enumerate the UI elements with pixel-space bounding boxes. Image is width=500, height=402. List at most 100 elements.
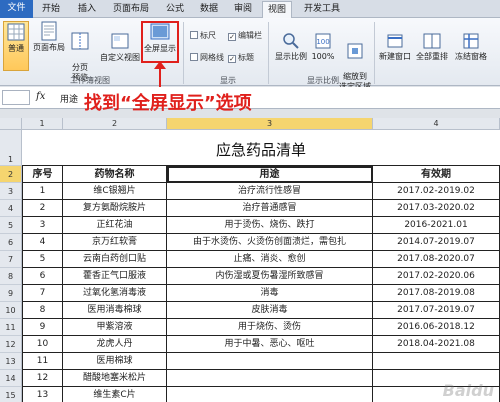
table-cell[interactable]: 藿香正气口服液 xyxy=(63,268,167,285)
table-cell[interactable]: 医用消毒棉球 xyxy=(63,302,167,319)
zoom-to-selection-button[interactable]: 缩放到 选定区域 xyxy=(337,32,373,91)
headings-checkbox[interactable]: ✓ 标题 xyxy=(228,52,254,63)
row-header[interactable]: 2 xyxy=(0,166,22,183)
column-header[interactable]: 4 xyxy=(373,118,500,130)
table-cell[interactable]: 消毒 xyxy=(167,285,373,302)
table-cell[interactable]: 治疗普通感冒 xyxy=(167,200,373,217)
fx-icon[interactable]: fx xyxy=(36,91,45,102)
row-header[interactable]: 5 xyxy=(0,217,22,234)
table-cell[interactable]: 复方氨酚烷胺片 xyxy=(63,200,167,217)
row-header[interactable]: 6 xyxy=(0,234,22,251)
table-cell[interactable]: 10 xyxy=(22,336,63,353)
table-cell[interactable]: 治疗流行性感冒 xyxy=(167,183,373,200)
table-cell[interactable]: 2017.07-2019.07 xyxy=(373,302,500,319)
table-header-cell[interactable]: 药物名称 xyxy=(63,166,167,183)
row-header[interactable]: 9 xyxy=(0,285,22,302)
table-cell[interactable]: 由于水烫伤、火烫伤创面溃烂，需包扎 xyxy=(167,234,373,251)
gridlines-checkbox[interactable]: 网格线 xyxy=(190,52,224,63)
table-cell[interactable]: 1 xyxy=(22,183,63,200)
table-cell[interactable]: 4 xyxy=(22,234,63,251)
table-cell[interactable]: 2016-2021.01 xyxy=(373,217,500,234)
page-layout-view-button[interactable]: 页面布局 xyxy=(32,21,66,71)
table-cell[interactable] xyxy=(373,353,500,370)
table-cell[interactable]: 11 xyxy=(22,353,63,370)
row-header[interactable]: 15 xyxy=(0,387,22,402)
table-header-cell[interactable]: 序号 xyxy=(22,166,63,183)
row-header[interactable]: 13 xyxy=(0,353,22,370)
table-cell[interactable]: 9 xyxy=(22,319,63,336)
table-cell[interactable]: 皮肤消毒 xyxy=(167,302,373,319)
table-cell[interactable]: 醋酸地塞米松片 xyxy=(63,370,167,387)
table-cell[interactable]: 过氧化氢消毒液 xyxy=(63,285,167,302)
tab-data[interactable]: 数据 xyxy=(194,1,224,18)
page-break-preview-button[interactable]: 分页 预览 xyxy=(68,21,92,82)
row-header[interactable]: 4 xyxy=(0,200,22,217)
table-cell[interactable]: 2017.02-2019.02 xyxy=(373,183,500,200)
table-cell[interactable]: 2017.03-2020.02 xyxy=(373,200,500,217)
freeze-panes-button[interactable]: 冻结窗格 xyxy=(451,32,491,70)
name-box[interactable] xyxy=(2,90,30,105)
table-cell[interactable]: 内伤湿或夏伤暑湿所致感冒 xyxy=(167,268,373,285)
column-header[interactable]: 1 xyxy=(22,118,63,130)
table-cell[interactable]: 云南白药创口贴 xyxy=(63,251,167,268)
table-cell[interactable]: 2 xyxy=(22,200,63,217)
formula-bar-checkbox[interactable]: ✓ 编辑栏 xyxy=(228,30,262,41)
table-cell[interactable]: 龙虎人丹 xyxy=(63,336,167,353)
table-cell[interactable]: 13 xyxy=(22,387,63,402)
tab-review[interactable]: 审阅 xyxy=(228,1,258,18)
table-cell[interactable]: 2014.07-2019.07 xyxy=(373,234,500,251)
column-header[interactable]: 2 xyxy=(63,118,167,130)
table-cell[interactable]: 2017.08-2019.08 xyxy=(373,285,500,302)
table-cell[interactable] xyxy=(167,370,373,387)
table-cell[interactable]: 医用棉球 xyxy=(63,353,167,370)
column-header[interactable]: 3 xyxy=(167,118,373,130)
row-header[interactable]: 14 xyxy=(0,370,22,387)
table-header-cell[interactable]: 有效期 xyxy=(373,166,500,183)
tab-developer[interactable]: 开发工具 xyxy=(298,1,346,18)
row-header[interactable]: 7 xyxy=(0,251,22,268)
new-window-button[interactable]: 新建窗口 xyxy=(377,32,413,70)
table-cell[interactable]: 6 xyxy=(22,268,63,285)
table-cell[interactable]: 维C银翘片 xyxy=(63,183,167,200)
table-cell[interactable]: 用于烫伤、烧伤、跌打 xyxy=(167,217,373,234)
tab-view[interactable]: 视图 xyxy=(262,1,292,19)
tab-home[interactable]: 开始 xyxy=(36,1,66,18)
table-cell[interactable]: 2017.08-2020.07 xyxy=(373,251,500,268)
table-cell[interactable]: 京万红软膏 xyxy=(63,234,167,251)
row-header[interactable]: 8 xyxy=(0,268,22,285)
table-cell[interactable] xyxy=(167,353,373,370)
normal-view-button[interactable]: 普通 xyxy=(3,21,29,71)
arrange-all-button[interactable]: 全部重排 xyxy=(414,32,450,70)
row-header[interactable]: 10 xyxy=(0,302,22,319)
table-cell[interactable]: 维生素C片 xyxy=(63,387,167,402)
formula-input[interactable]: 用途 xyxy=(60,92,78,105)
table-cell[interactable]: 8 xyxy=(22,302,63,319)
table-cell[interactable]: 5 xyxy=(22,251,63,268)
row-header[interactable]: 11 xyxy=(0,319,22,336)
tab-insert[interactable]: 插入 xyxy=(72,1,102,18)
table-cell[interactable]: 用于中暑、恶心、呕吐 xyxy=(167,336,373,353)
custom-views-button[interactable]: 自定义视图 xyxy=(100,31,140,71)
table-cell[interactable]: 7 xyxy=(22,285,63,302)
table-cell[interactable]: 12 xyxy=(22,370,63,387)
select-all-corner[interactable] xyxy=(0,118,22,130)
zoom-button[interactable]: 显示比例 xyxy=(273,32,309,70)
table-cell[interactable]: 2018.04-2021.08 xyxy=(373,336,500,353)
table-cell[interactable]: 止痛、消炎、愈创 xyxy=(167,251,373,268)
zoom-100-button[interactable]: 100 100% xyxy=(311,32,335,70)
tab-page-layout[interactable]: 页面布局 xyxy=(108,1,154,18)
row-header[interactable]: 1 xyxy=(0,130,22,166)
table-cell[interactable]: 2017.02-2020.06 xyxy=(373,268,500,285)
table-cell[interactable]: 甲紫溶液 xyxy=(63,319,167,336)
table-cell[interactable]: 用于烧伤、烫伤 xyxy=(167,319,373,336)
table-cell[interactable]: 3 xyxy=(22,217,63,234)
tab-file[interactable]: 文件 xyxy=(0,0,33,18)
table-header-cell[interactable]: 用途 xyxy=(167,166,373,183)
table-cell[interactable] xyxy=(167,387,373,402)
row-header[interactable]: 12 xyxy=(0,336,22,353)
ruler-checkbox[interactable]: 标尺 xyxy=(190,30,216,41)
tab-formulas[interactable]: 公式 xyxy=(160,1,190,18)
table-cell[interactable]: 2016.06-2018.12 xyxy=(373,319,500,336)
row-header[interactable]: 3 xyxy=(0,183,22,200)
table-cell[interactable]: 正红花油 xyxy=(63,217,167,234)
